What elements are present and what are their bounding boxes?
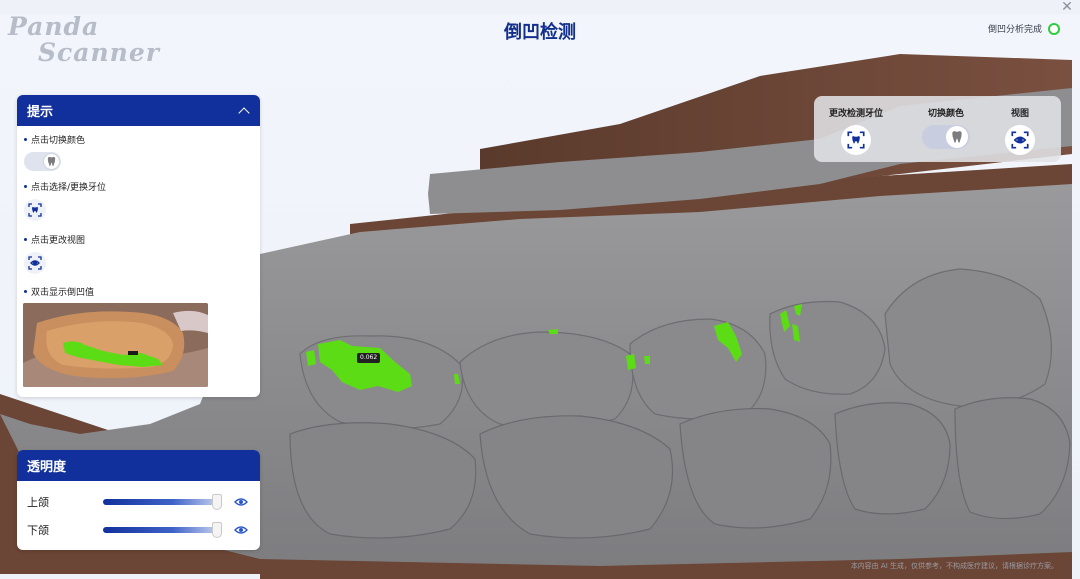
color-toggle-demo [24, 152, 61, 171]
eye-icon[interactable] [233, 494, 249, 510]
tooth-toggle-icon [43, 153, 60, 170]
tool-label: 更改检测牙位 [828, 109, 883, 119]
tool-label: 视图 [1010, 109, 1029, 119]
bullet-dot [24, 238, 27, 241]
close-icon[interactable]: ✕ [1060, 0, 1074, 14]
tooth-toggle-icon [946, 126, 968, 148]
view-tool: 视图 [985, 106, 1055, 155]
undercut-preview-image [23, 303, 208, 387]
undercut-region [644, 356, 650, 364]
hint-item-label: 点击选择/更换牙位 [31, 183, 107, 193]
lower-jaw-opacity-slider[interactable] [103, 522, 222, 538]
lower-jaw-label: 下颌 [27, 524, 49, 537]
hint-item: 点击切换颜色 [24, 133, 85, 146]
color-toggle[interactable] [922, 125, 970, 149]
hint-panel: 提示 点击切换颜色 点击选择/更换牙位 点击更改视图 双击显示倒凹值 [17, 95, 260, 397]
hint-item: 双击显示倒凹值 [24, 285, 94, 298]
hint-item-label: 双击显示倒凹值 [31, 288, 95, 298]
slider-thumb[interactable] [211, 494, 222, 510]
hint-item-label: 点击切换颜色 [31, 136, 86, 146]
tooth-crown [884, 268, 1052, 407]
tool-label: 切换颜色 [927, 109, 964, 119]
bullet-dot [24, 290, 27, 293]
tooth-crown [954, 397, 1071, 520]
tooth-select-icon [24, 199, 46, 221]
status-text: 倒凹分析完成 [987, 25, 1042, 35]
upper-jaw-row: 上颌 [27, 494, 252, 510]
transparency-panel-header: 透明度 [17, 450, 260, 481]
logo-line-2: Scanner [38, 38, 160, 67]
hint-panel-header[interactable]: 提示 [17, 95, 260, 126]
window-top-strip [0, 0, 1080, 14]
change-tooth-tool: 更改检测牙位 [821, 106, 891, 155]
analysis-status: 倒凹分析完成 [988, 22, 1060, 35]
app-logo: Panda Scanner [8, 12, 160, 70]
transparency-panel-title: 透明度 [27, 460, 67, 475]
hint-panel-title: 提示 [27, 105, 54, 120]
view-button[interactable] [1005, 125, 1035, 155]
undercut-value-label: 0.062 [357, 353, 381, 363]
status-ok-icon [1048, 22, 1060, 35]
tooth-crown [459, 331, 634, 429]
ai-disclaimer: 本内容由 AI 生成，仅供参考，不构成医疗建议，请根据诊疗方案。 [850, 562, 1058, 570]
hint-item-label: 点击更改视图 [31, 236, 86, 246]
tooth-crown [289, 422, 477, 539]
collapse-chevron-up-icon[interactable] [238, 106, 250, 119]
hint-item: 点击选择/更换牙位 [24, 180, 106, 193]
bullet-dot [24, 138, 27, 141]
bullet-dot [24, 185, 27, 188]
change-tooth-button[interactable] [841, 125, 871, 155]
tooth-crown [834, 402, 951, 515]
tooth-crown [679, 408, 832, 529]
lower-jaw-row: 下颌 [27, 522, 252, 538]
hint-item: 点击更改视图 [24, 233, 85, 246]
tooth-select-icon [847, 131, 865, 149]
upper-jaw-opacity-slider[interactable] [103, 494, 222, 510]
transparency-panel: 透明度 上颌 下颌 [17, 450, 260, 550]
slider-thumb[interactable] [211, 522, 222, 538]
eye-view-icon [1011, 131, 1029, 149]
logo-line-1: Panda [8, 12, 100, 41]
eye-view-icon [24, 252, 46, 274]
upper-jaw-label: 上颌 [27, 496, 49, 509]
view-toolbar: 更改检测牙位 切换颜色 视图 [814, 96, 1061, 162]
toggle-color-tool: 切换颜色 [911, 106, 981, 149]
page-title: 倒凹检测 [504, 22, 576, 43]
eye-icon[interactable] [233, 522, 249, 538]
tooth-crown [629, 318, 767, 420]
